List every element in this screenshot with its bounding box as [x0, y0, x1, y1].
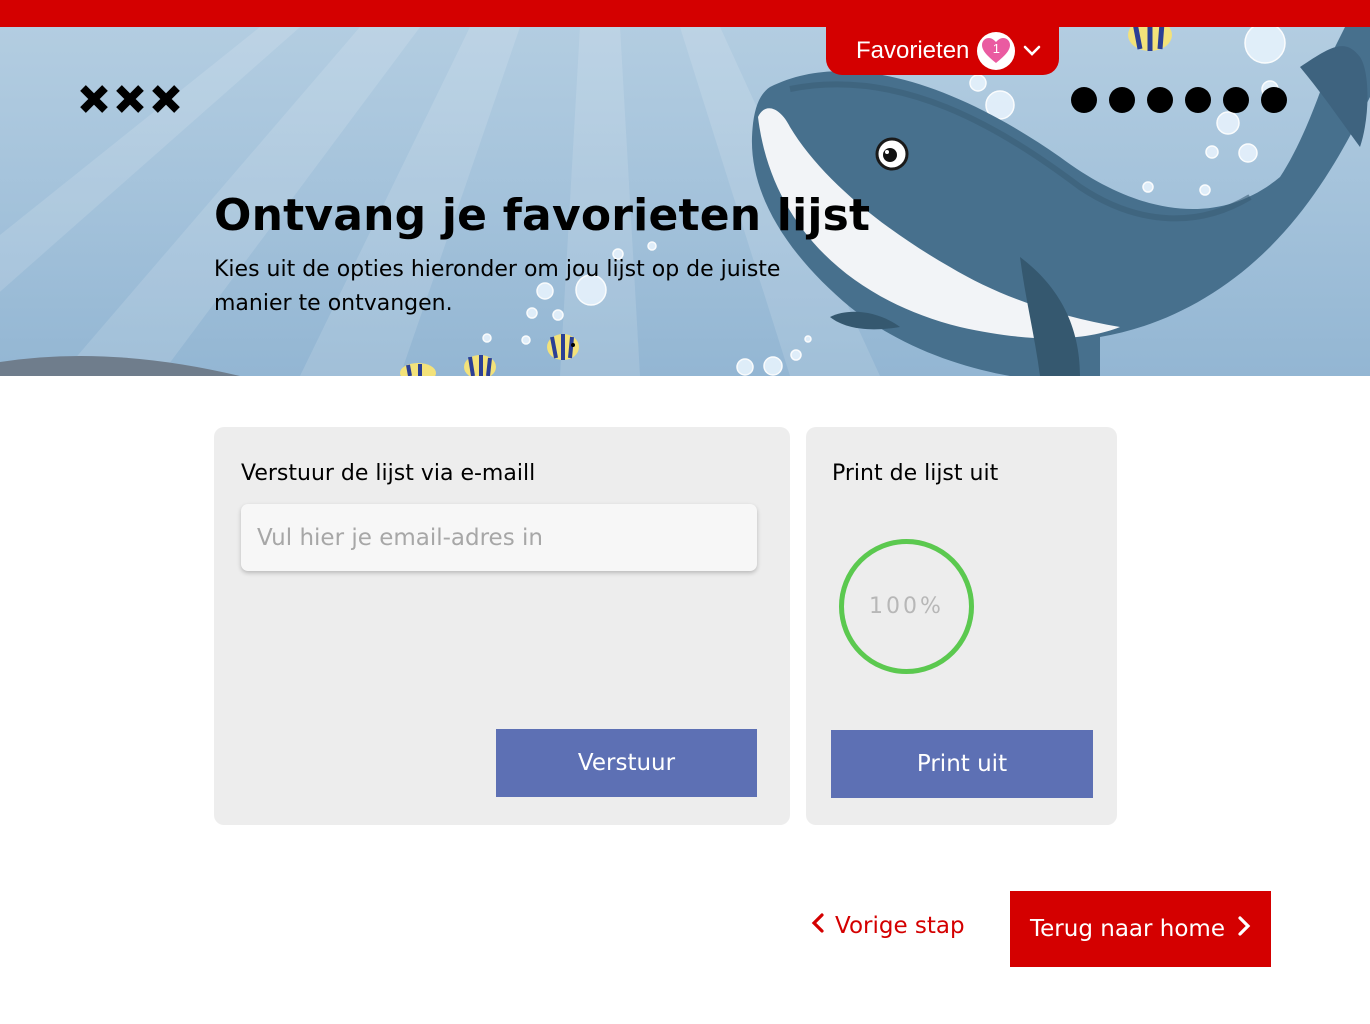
email-field[interactable]: [241, 504, 757, 571]
home-button-label: Terug naar home: [1030, 916, 1225, 942]
page-subtitle: Kies uit de opties hieronder om jou lijs…: [214, 257, 781, 316]
page-title: Ontvang je favorieten lijst: [214, 190, 871, 241]
previous-step-label: Vorige stap: [835, 913, 965, 939]
email-card-title: Verstuur de lijst via e-maill: [241, 461, 536, 486]
progress-dots: [1071, 87, 1287, 113]
dot-indicator: [1261, 87, 1287, 113]
heart-icon: 1: [977, 32, 1016, 70]
print-card: Print de lijst uit 100% Print uit: [806, 427, 1117, 825]
favorites-dropdown[interactable]: Favorieten 1: [826, 27, 1059, 75]
chevron-right-icon: [1237, 915, 1251, 943]
progress-label: 100%: [869, 594, 944, 619]
previous-step-link[interactable]: Vorige stap: [811, 912, 965, 940]
dot-indicator: [1185, 87, 1211, 113]
email-card: Verstuur de lijst via e-maill Verstuur: [214, 427, 790, 825]
chevron-left-icon: [811, 912, 825, 940]
favorites-label: Favorieten: [856, 37, 970, 64]
favorites-count-badge: 1: [992, 41, 1000, 56]
top-bar: [0, 0, 1370, 27]
dot-indicator: [1147, 87, 1173, 113]
print-card-title: Print de lijst uit: [832, 461, 999, 486]
dot-indicator: [1071, 87, 1097, 113]
xxx-logo-icon[interactable]: [78, 84, 182, 114]
send-button[interactable]: Verstuur: [496, 729, 757, 797]
dot-indicator: [1223, 87, 1249, 113]
home-button[interactable]: Terug naar home: [1010, 891, 1271, 967]
chevron-down-icon: [1023, 45, 1041, 57]
print-button[interactable]: Print uit: [831, 730, 1093, 798]
dot-indicator: [1109, 87, 1135, 113]
